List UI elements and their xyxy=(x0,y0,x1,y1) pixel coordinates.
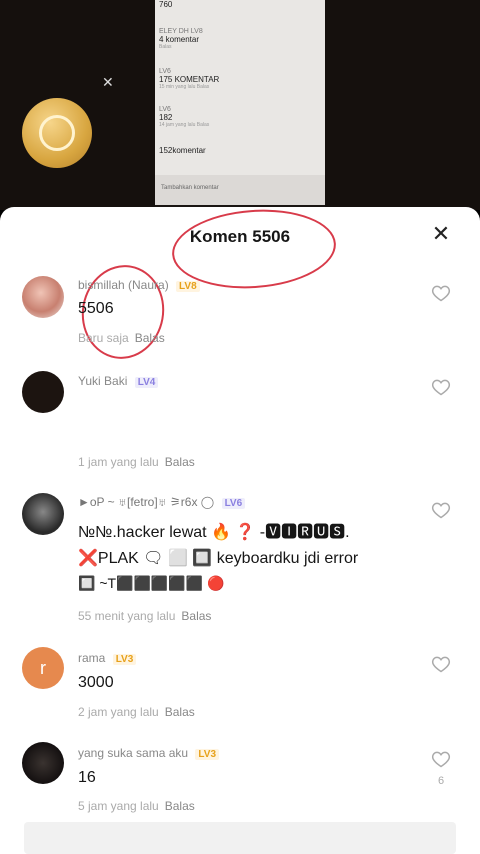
inner-row-text: 182 xyxy=(159,113,173,122)
level-badge: LV6 xyxy=(221,498,246,509)
heart-icon[interactable] xyxy=(431,500,451,520)
close-icon[interactable]: ✕ xyxy=(430,223,452,245)
heart-icon[interactable] xyxy=(431,283,451,303)
heart-icon[interactable] xyxy=(431,654,451,674)
comment-username[interactable]: ►oP ~ ♅[fetro]♅ ⚞r6x ◯ xyxy=(78,495,214,509)
inner-row-text: 4 komentar xyxy=(159,35,200,44)
heart-icon[interactable] xyxy=(431,749,451,769)
comment-text: 16 xyxy=(78,769,96,786)
inner-row-meta: 14 jam yang lalu Balas xyxy=(159,122,210,128)
inner-bottom-text: Tambahkan komentar xyxy=(161,185,219,191)
reply-button[interactable]: Balas xyxy=(181,609,211,623)
background-video: 760 ELEY DH LV8 4 komentar Balas LV6 175… xyxy=(0,0,480,210)
comment-username[interactable]: rama xyxy=(78,651,105,665)
close-icon[interactable]: ✕ xyxy=(102,74,114,91)
comment-text-line2: ❌PLAK 🗨 ⬜ 🔲 keyboardku jdi error xyxy=(78,550,359,567)
avatar[interactable] xyxy=(22,276,64,318)
comment-time: 2 jam yang lalu xyxy=(78,705,159,719)
avatar[interactable] xyxy=(22,493,64,535)
emoji-sticker xyxy=(22,98,92,168)
level-badge: LV3 xyxy=(112,654,137,665)
comment-username[interactable]: bismillah (Naura) xyxy=(78,278,169,292)
reply-button[interactable]: Balas xyxy=(135,331,165,345)
reply-button[interactable]: Balas xyxy=(165,705,195,719)
sheet-title: Komen 5506 xyxy=(189,227,291,246)
avatar[interactable] xyxy=(22,371,64,413)
level-badge: LV8 xyxy=(176,281,200,292)
comment-input-bar[interactable] xyxy=(24,822,456,854)
inner-row-name: LV6 xyxy=(159,68,171,75)
like-count: 6 xyxy=(437,775,445,787)
comment-time: 1 jam yang lalu xyxy=(78,455,159,469)
heart-icon[interactable] xyxy=(431,377,451,397)
inner-row-name: ELEY DH LV8 xyxy=(159,28,203,35)
comment-username[interactable]: Yuki Baki xyxy=(78,374,127,388)
inner-row-meta: 15 min yang lalu Balas xyxy=(159,84,210,90)
comment-text-line3: 🔲 ~T⬛⬛⬛⬛⬛ 🔴 xyxy=(78,575,225,591)
avatar[interactable] xyxy=(22,742,64,784)
avatar[interactable]: r xyxy=(22,647,64,689)
inner-row-text: 175 KOMENTAR xyxy=(159,75,220,84)
comment-time: 55 menit yang lalu xyxy=(78,609,176,623)
inner-row-text: 152komentar xyxy=(159,146,206,155)
video-right-panel xyxy=(325,0,480,210)
comment-time: 5 jam yang lalu xyxy=(78,799,159,813)
inner-bottom-bar: Tambahkan komentar xyxy=(155,175,325,205)
comments-sheet: Komen 5506 ✕ bismillah (Naura) LV8 5506 … xyxy=(0,207,480,854)
comment-text: 3000 xyxy=(78,674,114,691)
level-badge: LV4 xyxy=(134,377,159,388)
inner-row-name: LV6 xyxy=(159,106,171,113)
inner-screenshot: 760 ELEY DH LV8 4 komentar Balas LV6 175… xyxy=(155,0,325,205)
inner-top-label: 760 xyxy=(159,0,173,9)
level-badge: LV3 xyxy=(195,749,220,760)
inner-row-meta: Balas xyxy=(159,44,172,50)
comment-time: Baru saja xyxy=(78,331,129,345)
comment-username[interactable]: yang suka sama aku xyxy=(78,746,188,760)
comment-text: 5506 xyxy=(78,300,114,317)
reply-button[interactable]: Balas xyxy=(165,455,195,469)
reply-button[interactable]: Balas xyxy=(165,799,195,813)
comment-text-line1: №№.hacker lewat 🔥 ❓ -🆅🅸🆁🆄🆂. xyxy=(78,524,350,541)
